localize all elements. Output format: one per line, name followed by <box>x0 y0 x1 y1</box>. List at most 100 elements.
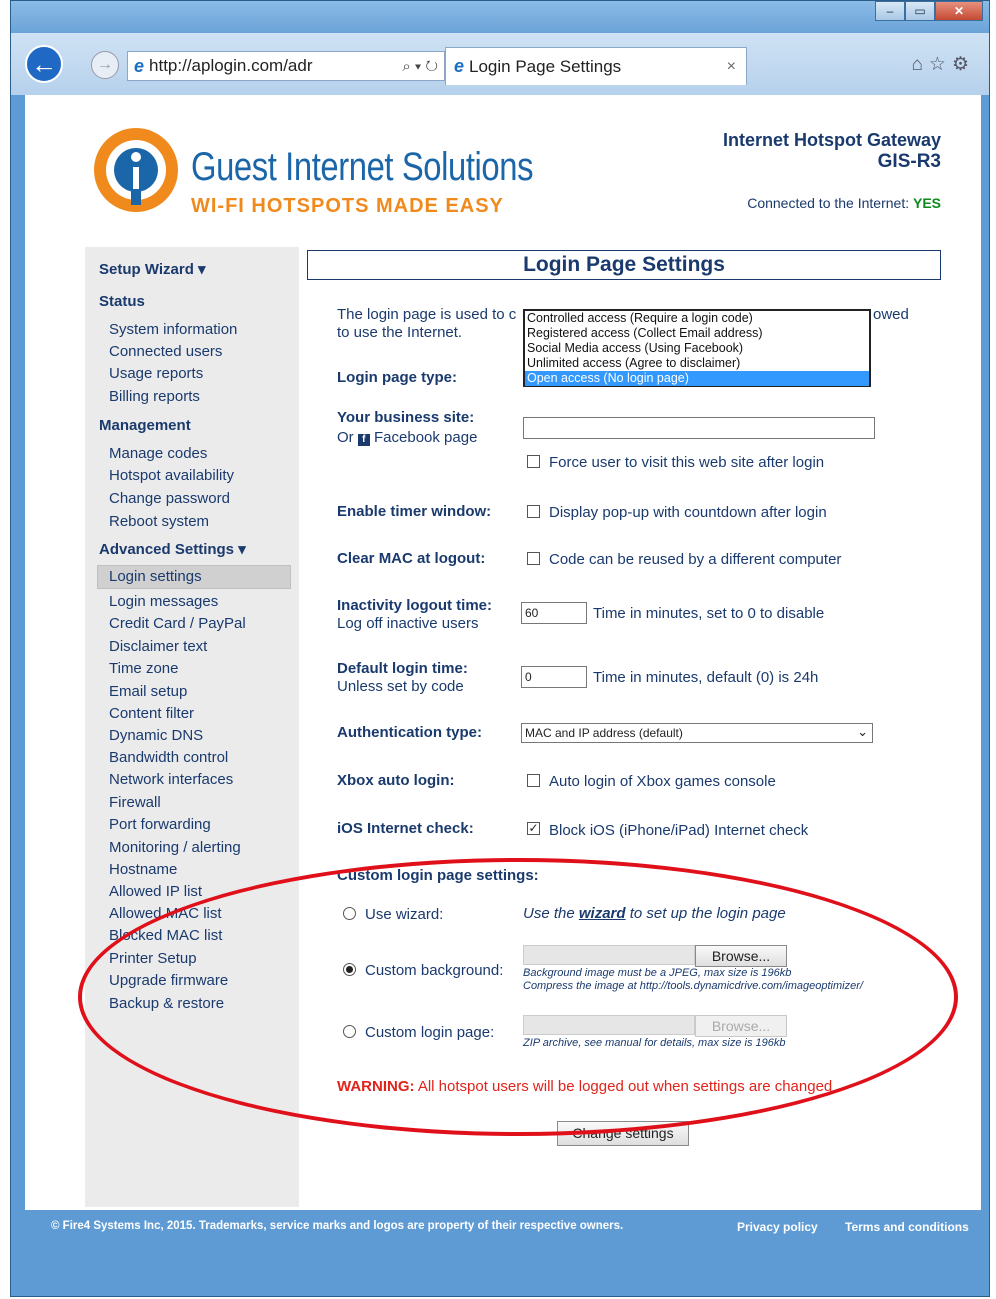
sidebar-item-firewall[interactable]: Firewall <box>109 794 161 811</box>
change-settings-button[interactable]: Change settings <box>557 1121 689 1146</box>
default-login-label: Default login time: <box>337 660 468 677</box>
sidebar-heading-advanced[interactable]: Advanced Settings ▾ <box>99 540 246 558</box>
minimize-button[interactable]: – <box>875 1 905 21</box>
sidebar-item-bandwidth-control[interactable]: Bandwidth control <box>109 749 228 766</box>
sidebar-setup-wizard[interactable]: Setup Wizard ▾ <box>99 260 206 278</box>
back-arrow-icon[interactable]: ← <box>25 45 63 83</box>
custom-settings-heading: Custom login page settings: <box>337 867 539 884</box>
use-wizard-label: Use wizard: <box>365 906 444 923</box>
sidebar-item-time-zone[interactable]: Time zone <box>109 660 178 677</box>
intro-text-line1-end: owed <box>873 306 909 323</box>
custom-login-page-radio[interactable] <box>343 1025 356 1038</box>
sidebar-item-backup-restore[interactable]: Backup & restore <box>109 995 224 1012</box>
address-bar[interactable]: e http://aplogin.com/adr ⌕ ▾ ↻ <box>127 51 445 81</box>
background-file-field[interactable] <box>523 945 695 965</box>
sidebar-item-dynamic-dns[interactable]: Dynamic DNS <box>109 727 203 744</box>
login-type-dropdown-list[interactable]: Controlled access (Require a login code)… <box>523 309 871 387</box>
ios-check-text: Block iOS (iPhone/iPad) Internet check <box>549 822 809 839</box>
home-star-gear-icons[interactable]: ⌂☆⚙ <box>911 53 975 76</box>
sidebar-item-login-messages[interactable]: Login messages <box>109 593 218 610</box>
product-title: Internet Hotspot Gateway GIS-R3 <box>723 129 941 173</box>
browser-navbar: ← → e http://aplogin.com/adr ⌕ ▾ ↻ e Log… <box>11 33 989 95</box>
wizard-post: to set up the login page <box>629 905 786 922</box>
login-type-option[interactable]: Controlled access (Require a login code) <box>525 311 869 326</box>
force-visit-label: Force user to visit this web site after … <box>549 454 825 471</box>
clear-mac-label: Clear MAC at logout: <box>337 550 486 567</box>
sidebar-item-monitoring-alerting[interactable]: Monitoring / alerting <box>109 839 241 856</box>
login-type-option[interactable]: Registered access (Collect Email address… <box>525 326 869 341</box>
sidebar-item-connected-users[interactable]: Connected users <box>109 343 222 360</box>
xbox-label: Xbox auto login: <box>337 772 455 789</box>
maximize-button[interactable]: ▭ <box>905 1 935 21</box>
xbox-checkbox[interactable] <box>527 774 540 787</box>
business-site-label: Your business site: <box>337 409 475 426</box>
sidebar-item-system-information[interactable]: System information <box>109 321 237 338</box>
sidebar-item-upgrade-firmware[interactable]: Upgrade firmware <box>109 972 228 989</box>
default-login-input[interactable] <box>521 666 587 688</box>
use-wizard-radio[interactable] <box>343 907 356 920</box>
sidebar-item-credit-card[interactable]: Credit Card / PayPal <box>109 615 246 632</box>
login-page-browse-button[interactable]: Browse... <box>695 1015 787 1037</box>
sidebar-item-manage-codes[interactable]: Manage codes <box>109 445 207 462</box>
forward-arrow-icon[interactable]: → <box>91 51 119 79</box>
title-bar: – ▭ ✕ <box>11 1 989 33</box>
timer-window-checkbox[interactable] <box>527 505 540 518</box>
search-refresh-icons[interactable]: ⌕ ▾ ↻ <box>402 58 438 75</box>
login-type-label: Login page type: <box>337 369 457 386</box>
sidebar-item-login-settings[interactable]: Login settings <box>109 568 202 585</box>
business-site-sublabel: Or f Facebook page <box>337 429 477 446</box>
sidebar-item-network-interfaces[interactable]: Network interfaces <box>109 771 233 788</box>
inactivity-help: Time in minutes, set to 0 to disable <box>593 605 825 622</box>
default-login-help: Time in minutes, default (0) is 24h <box>593 669 819 686</box>
clear-mac-checkbox[interactable] <box>527 552 540 565</box>
background-note-2: Compress the image at http://tools.dynam… <box>523 980 863 992</box>
background-browse-button[interactable]: Browse... <box>695 945 787 967</box>
tab-login-page-settings[interactable]: e Login Page Settings × <box>445 47 747 85</box>
auth-type-select[interactable]: MAC and IP address (default) ⌄ <box>521 723 873 743</box>
sidebar-heading-management[interactable]: Management <box>99 417 191 434</box>
sidebar-item-usage-reports[interactable]: Usage reports <box>109 365 203 382</box>
facebook-icon: f <box>357 434 370 446</box>
force-visit-checkbox[interactable] <box>527 455 540 468</box>
sidebar-item-reboot-system[interactable]: Reboot system <box>109 513 209 530</box>
sidebar-item-printer-setup[interactable]: Printer Setup <box>109 950 197 967</box>
login-type-option[interactable]: Unlimited access (Agree to disclaimer) <box>525 356 869 371</box>
sidebar-item-email-setup[interactable]: Email setup <box>109 683 187 700</box>
ios-check-checkbox[interactable]: ✓ <box>527 822 540 835</box>
close-window-button[interactable]: ✕ <box>935 1 983 21</box>
sidebar-item-disclaimer-text[interactable]: Disclaimer text <box>109 638 207 655</box>
login-type-option[interactable]: Social Media access (Using Facebook) <box>525 341 869 356</box>
page-title: Login Page Settings <box>307 250 941 280</box>
login-type-option-selected[interactable]: Open access (No login page) <box>525 371 869 386</box>
address-url: http://aplogin.com/adr <box>149 56 313 75</box>
privacy-policy-link[interactable]: Privacy policy <box>737 1220 818 1234</box>
sidebar-item-billing-reports[interactable]: Billing reports <box>109 388 200 405</box>
inactivity-input[interactable] <box>521 602 587 624</box>
wizard-pre: Use the <box>523 905 575 922</box>
window-controls: – ▭ ✕ <box>875 1 983 21</box>
login-page-file-field[interactable] <box>523 1015 695 1035</box>
sidebar-item-change-password[interactable]: Change password <box>109 490 230 507</box>
sidebar-item-port-forwarding[interactable]: Port forwarding <box>109 816 211 833</box>
intro-text-line1: The login page is used to c <box>337 306 517 323</box>
business-site-input[interactable] <box>523 417 875 439</box>
page-viewport: Guest Internet Solutions WI-FI HOTSPOTS … <box>25 95 981 1250</box>
clear-mac-text: Code can be reused by a different comput… <box>549 551 842 568</box>
brand-name: Guest Internet Solutions <box>191 145 534 189</box>
ie-tab-icon: e <box>454 56 465 76</box>
sidebar-item-hotspot-availability[interactable]: Hotspot availability <box>109 467 234 484</box>
wizard-link[interactable]: wizard <box>579 905 626 922</box>
inactivity-sublabel: Log off inactive users <box>337 615 479 632</box>
connection-status: Connected to the Internet: YES <box>747 195 941 211</box>
terms-link[interactable]: Terms and conditions <box>845 1220 969 1234</box>
sidebar-item-hostname[interactable]: Hostname <box>109 861 177 878</box>
background-note-1: Background image must be a JPEG, max siz… <box>523 967 792 979</box>
sidebar-item-blocked-mac-list[interactable]: Blocked MAC list <box>109 927 222 944</box>
custom-background-radio[interactable] <box>343 963 356 976</box>
sidebar-item-allowed-ip-list[interactable]: Allowed IP list <box>109 883 202 900</box>
ios-check-label: iOS Internet check: <box>337 820 474 837</box>
sidebar-heading-status[interactable]: Status <box>99 293 145 310</box>
tab-close-icon[interactable]: × <box>727 58 736 76</box>
sidebar-item-content-filter[interactable]: Content filter <box>109 705 194 722</box>
sidebar-item-allowed-mac-list[interactable]: Allowed MAC list <box>109 905 222 922</box>
